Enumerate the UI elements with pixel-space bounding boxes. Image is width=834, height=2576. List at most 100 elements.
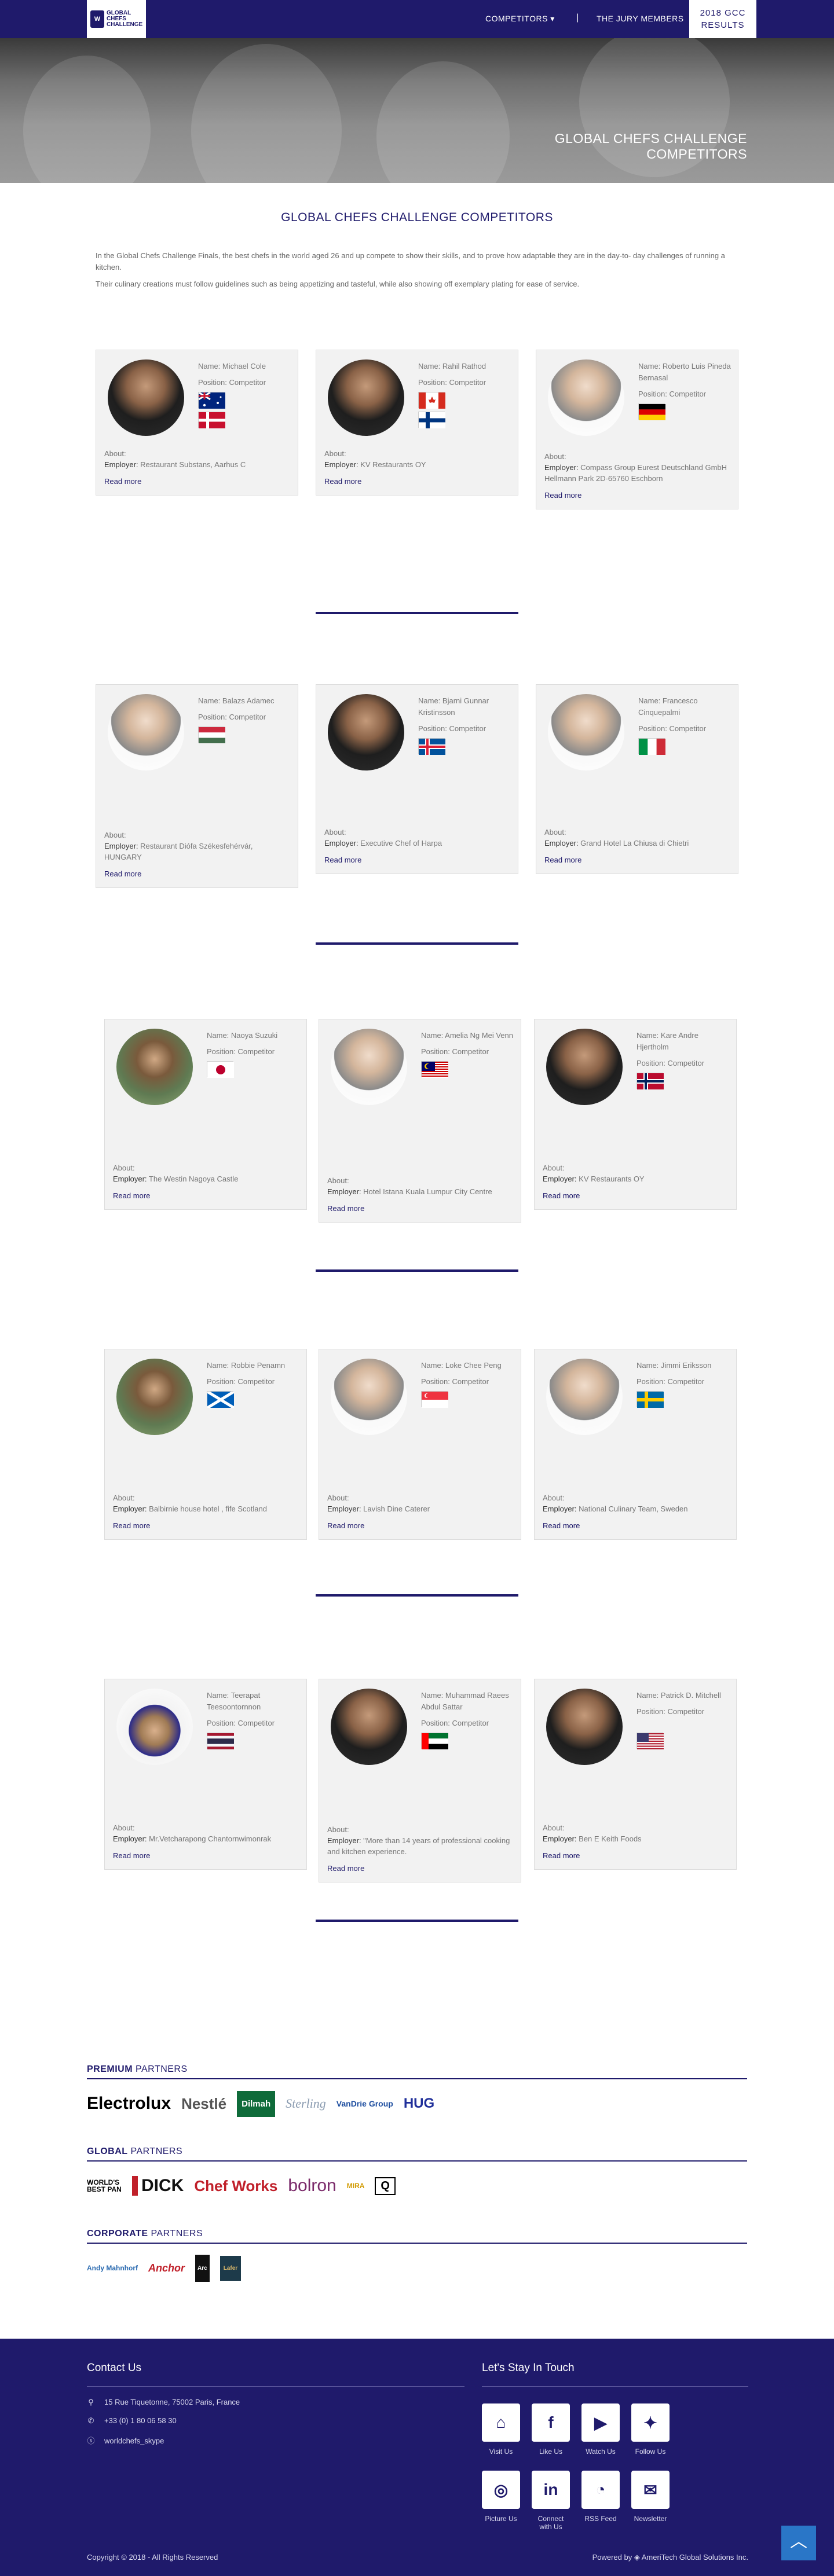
twitter-icon: ✦ [631, 2403, 670, 2442]
section-divider [316, 942, 518, 945]
competitor-flags [198, 391, 233, 431]
competitor-photo [108, 359, 184, 436]
competitor-about: About: Employer: Balbirnie house hotel , … [113, 1492, 299, 1531]
competitor-name: Name: Teerapat Teesoontornnon [207, 1691, 261, 1711]
mira-logo[interactable]: MIRA [347, 2182, 365, 2190]
nestle-logo[interactable]: Nestlé [181, 2095, 226, 2113]
competitor-position: Position: Competitor [207, 1377, 275, 1386]
lafer-logo[interactable]: Lafer [220, 2255, 242, 2281]
competitor-position: Position: Competitor [421, 1047, 489, 1056]
corporate-logos: Andy Mahnhorf Anchor Arc Lafer [87, 2244, 747, 2292]
vandrie-logo[interactable]: VanDrie Group [336, 2099, 393, 2108]
social-link[interactable]: ⌂ Visit Us [482, 2403, 520, 2456]
dilmah-logo[interactable]: Dilmah [237, 2090, 276, 2117]
employer-label: Employer: [543, 1504, 577, 1513]
about-label: About: [543, 1164, 565, 1172]
copyright: Copyright © 2018 - All Rights Reserved [87, 2553, 218, 2562]
about-label: About: [104, 449, 126, 458]
employer-line: Employer: Balbirnie house hotel , fife S… [113, 1503, 299, 1514]
read-more-link[interactable]: Read more [104, 476, 291, 487]
site-logo[interactable]: W GLOBAL CHEFS CHALLENGE [87, 0, 146, 38]
competitor-photo [116, 1359, 193, 1435]
anchor-logo[interactable]: Anchor [148, 2262, 185, 2274]
read-more-link[interactable]: Read more [543, 1190, 729, 1201]
social-link[interactable]: ✦ Follow Us [631, 2403, 670, 2456]
competitor-name: Name: Amelia Ng Mei Venn [421, 1031, 513, 1040]
intro-text: In the Global Chefs Challenge Finals, th… [96, 250, 738, 295]
read-more-link[interactable]: Read more [327, 1520, 514, 1531]
hero-banner: GLOBAL CHEFS CHALLENGE COMPETITORS [0, 38, 834, 183]
dick-logo[interactable]: DICK [132, 2176, 184, 2196]
employer-value: Hotel Istana Kuala Lumpur City Centre [363, 1187, 492, 1196]
uae-flag-icon [421, 1733, 448, 1749]
read-more-link[interactable]: Read more [104, 868, 291, 879]
competitor-card: Name: Teerapat Teesoontornnon Position: C… [104, 1679, 307, 1870]
facebook-icon: f [532, 2403, 570, 2442]
competitor-card: Name: Patrick D. Mitchell Position: Compe… [534, 1679, 737, 1870]
electrolux-logo[interactable]: Electrolux [87, 2094, 171, 2113]
employer-line: Employer: Hotel Istana Kuala Lumpur City… [327, 1186, 514, 1197]
hug-logo[interactable]: HUG [404, 2096, 434, 2112]
about-label: About: [327, 1825, 349, 1834]
sterling-logo[interactable]: Sterling [286, 2096, 326, 2111]
read-more-link[interactable]: Read more [544, 490, 731, 501]
linkedin-icon: in [532, 2471, 570, 2509]
competitor-name: Name: Bjarni Gunnar Kristinsson [418, 696, 489, 717]
q-logo[interactable]: Q [375, 2177, 396, 2195]
read-more-link[interactable]: Read more [327, 1863, 514, 1874]
read-more-link[interactable]: Read more [113, 1190, 299, 1201]
competitor-photo [546, 1689, 623, 1765]
worlds-best-pan-logo[interactable]: WORLD'S BEST PAN [87, 2179, 122, 2193]
chefworks-logo[interactable]: Chef Works [194, 2177, 277, 2195]
competitor-photo [328, 359, 404, 436]
premium-partners-title: PREMIUM PARTNERS [87, 2064, 747, 2079]
employer-line: Employer: Compass Group Eurest Deutschla… [544, 462, 731, 484]
employer-line: Employer: Ben E Keith Foods [543, 1833, 729, 1844]
nav-separator: | [576, 13, 579, 23]
competitor-flags [207, 1733, 242, 1752]
nav-competitors[interactable]: COMPETITORS ▾ [485, 14, 555, 24]
employer-value: National Culinary Team, Sweden [579, 1504, 688, 1513]
italy-flag-icon [638, 738, 665, 755]
andy-mahnhorf-logo[interactable]: Andy Mahnhorf [87, 2264, 138, 2272]
competitor-name: Name: Francesco Cinquepalmi [638, 696, 698, 717]
competitor-info: Name: Roberto Luis Pineda Bernasal Positi… [638, 361, 731, 400]
social-link[interactable]: ◎ Picture Us [482, 2471, 520, 2523]
read-more-link[interactable]: Read more [543, 1520, 729, 1531]
back-to-top-button[interactable]: ︿ [781, 2526, 816, 2560]
competitor-position: Position: Competitor [198, 713, 266, 721]
top-navbar: W GLOBAL CHEFS CHALLENGE COMPETITORS ▾ |… [0, 0, 834, 38]
singapore-flag-icon [421, 1391, 448, 1408]
section-divider [316, 1594, 518, 1597]
read-more-link[interactable]: Read more [113, 1520, 299, 1531]
employer-label: Employer: [113, 1175, 147, 1183]
competitor-flags [637, 1391, 671, 1411]
competitor-name: Name: Loke Chee Peng [421, 1361, 502, 1370]
canada-flag-icon [418, 392, 445, 409]
social-link[interactable]: ▶ Watch Us [581, 2403, 620, 2456]
bolron-logo[interactable]: bolron [288, 2176, 336, 2196]
read-more-link[interactable]: Read more [327, 1203, 514, 1214]
nav-jury-members[interactable]: THE JURY MEMBERS [597, 14, 684, 23]
read-more-link[interactable]: Read more [113, 1850, 299, 1861]
social-link[interactable]: f Like Us [532, 2403, 570, 2456]
nav-results[interactable]: 2018 GCC RESULTS [689, 0, 756, 38]
malaysia-flag-icon [421, 1061, 448, 1078]
arc-logo[interactable]: Arc [195, 2254, 210, 2282]
read-more-link[interactable]: Read more [543, 1850, 729, 1861]
powered-by[interactable]: Powered by ◈ AmeriTech Global Solutions … [533, 2553, 748, 2562]
competitor-position: Position: Competitor [418, 724, 487, 733]
contact-skype[interactable]: ⓢ worldchefs_skype [87, 2435, 164, 2446]
social-label: Follow Us [635, 2447, 666, 2456]
competitor-info: Name: Robbie Penamn Position: Competitor [207, 1360, 299, 1388]
social-link[interactable]: in Connect with Us [532, 2471, 570, 2531]
site-footer: Contact Us ⚲ 15 Rue Tiquetonne, 75002 Par… [0, 2339, 834, 2576]
social-link[interactable]: ✉ Newsletter [631, 2471, 670, 2523]
read-more-link[interactable]: Read more [544, 854, 731, 865]
competitor-flags [638, 403, 673, 423]
about-label: About: [324, 449, 346, 458]
social-link[interactable]: ◔ RSS Feed [581, 2471, 620, 2523]
read-more-link[interactable]: Read more [324, 854, 511, 865]
read-more-link[interactable]: Read more [324, 476, 511, 487]
intro-paragraph: In the Global Chefs Challenge Finals, th… [96, 251, 725, 271]
